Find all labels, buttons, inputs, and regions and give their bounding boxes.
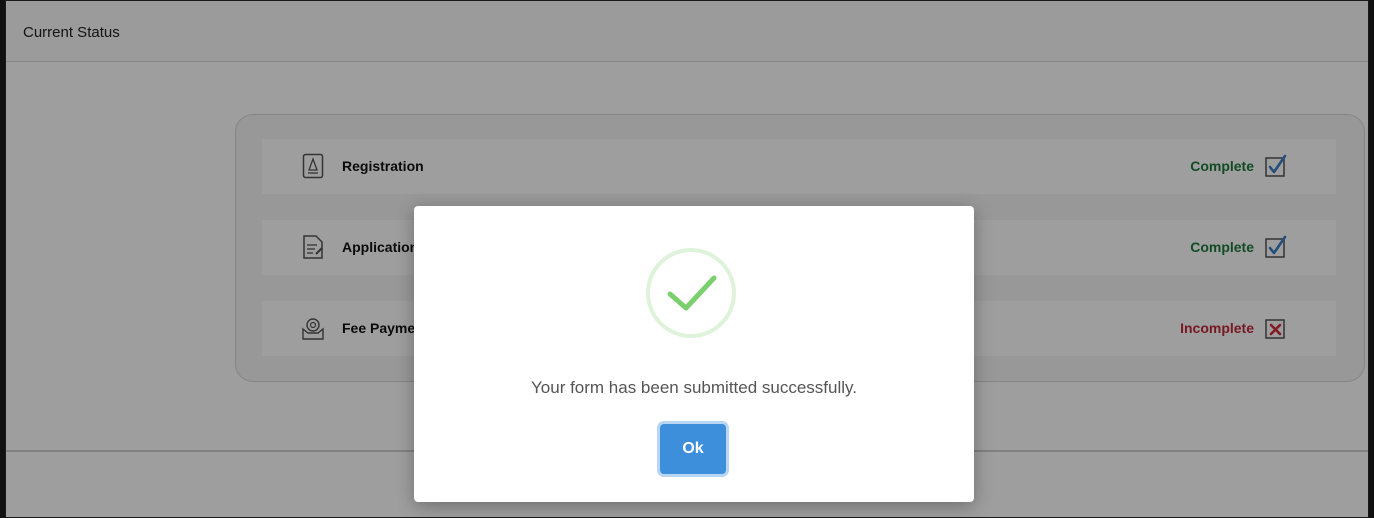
success-icon-ring <box>646 248 736 338</box>
ok-button[interactable]: Ok <box>660 424 726 474</box>
success-message: Your form has been submitted successfull… <box>531 378 857 397</box>
check-icon <box>667 275 717 311</box>
success-dialog: Your form has been submitted successfull… <box>414 206 974 502</box>
